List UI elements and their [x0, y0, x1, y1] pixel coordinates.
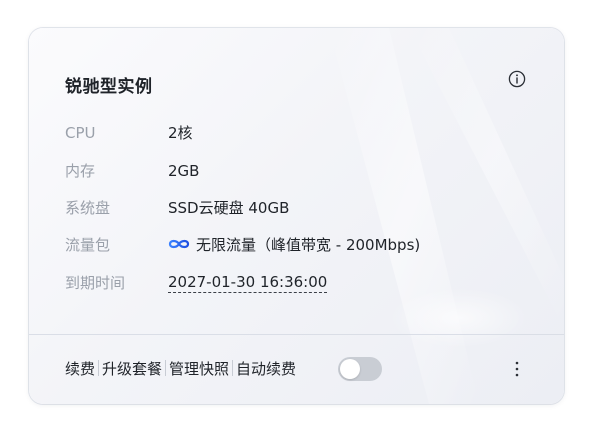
spec-value: SSD云硬盘 40GB	[168, 199, 290, 217]
footer-divider	[29, 334, 564, 335]
spec-value: 2GB	[168, 162, 200, 180]
spec-value: 2核	[168, 124, 193, 142]
manage-snapshots-link[interactable]: 管理快照	[169, 360, 229, 378]
traffic-value-text: 无限流量（峰值带宽 - 200Mbps)	[196, 236, 421, 254]
auto-renew-label[interactable]: 自动续费	[236, 360, 296, 378]
info-circle-icon[interactable]	[508, 70, 526, 88]
spec-label: 内存	[65, 162, 96, 180]
action-separator	[165, 360, 167, 376]
action-separator	[232, 360, 234, 376]
spec-value-traffic: 无限流量（峰值带宽 - 200Mbps)	[168, 234, 420, 256]
toggle-knob	[340, 359, 360, 379]
action-separator	[98, 360, 100, 376]
instance-card: 锐驰型实例 CPU 2核 内存 2GB 系统盘 SSD云硬盘 40GB 流量包	[29, 28, 564, 404]
upgrade-plan-link[interactable]: 升级套餐	[102, 360, 162, 378]
spec-row-cpu: CPU 2核	[65, 122, 525, 144]
spec-label: 系统盘	[65, 199, 111, 217]
spec-label: CPU	[65, 124, 96, 142]
card-title: 锐驰型实例	[65, 77, 153, 97]
expiry-date-value[interactable]: 2027-01-30 16:36:00	[168, 272, 328, 293]
spec-row-traffic: 流量包 无限流量（峰值带宽 - 200Mbps)	[65, 234, 525, 256]
spec-row-expiry: 到期时间 2027-01-30 16:36:00	[65, 272, 525, 294]
spec-label: 到期时间	[65, 274, 126, 292]
spec-row-memory: 内存 2GB	[65, 160, 525, 182]
more-vertical-icon[interactable]	[509, 359, 525, 379]
auto-renew-toggle[interactable]	[338, 357, 382, 381]
infinity-icon	[168, 239, 190, 249]
spec-label: 流量包	[65, 236, 111, 254]
spec-row-system-disk: 系统盘 SSD云硬盘 40GB	[65, 197, 525, 219]
renew-link[interactable]: 续费	[65, 360, 95, 378]
action-bar: 续费 升级套餐 管理快照 自动续费	[65, 357, 296, 381]
